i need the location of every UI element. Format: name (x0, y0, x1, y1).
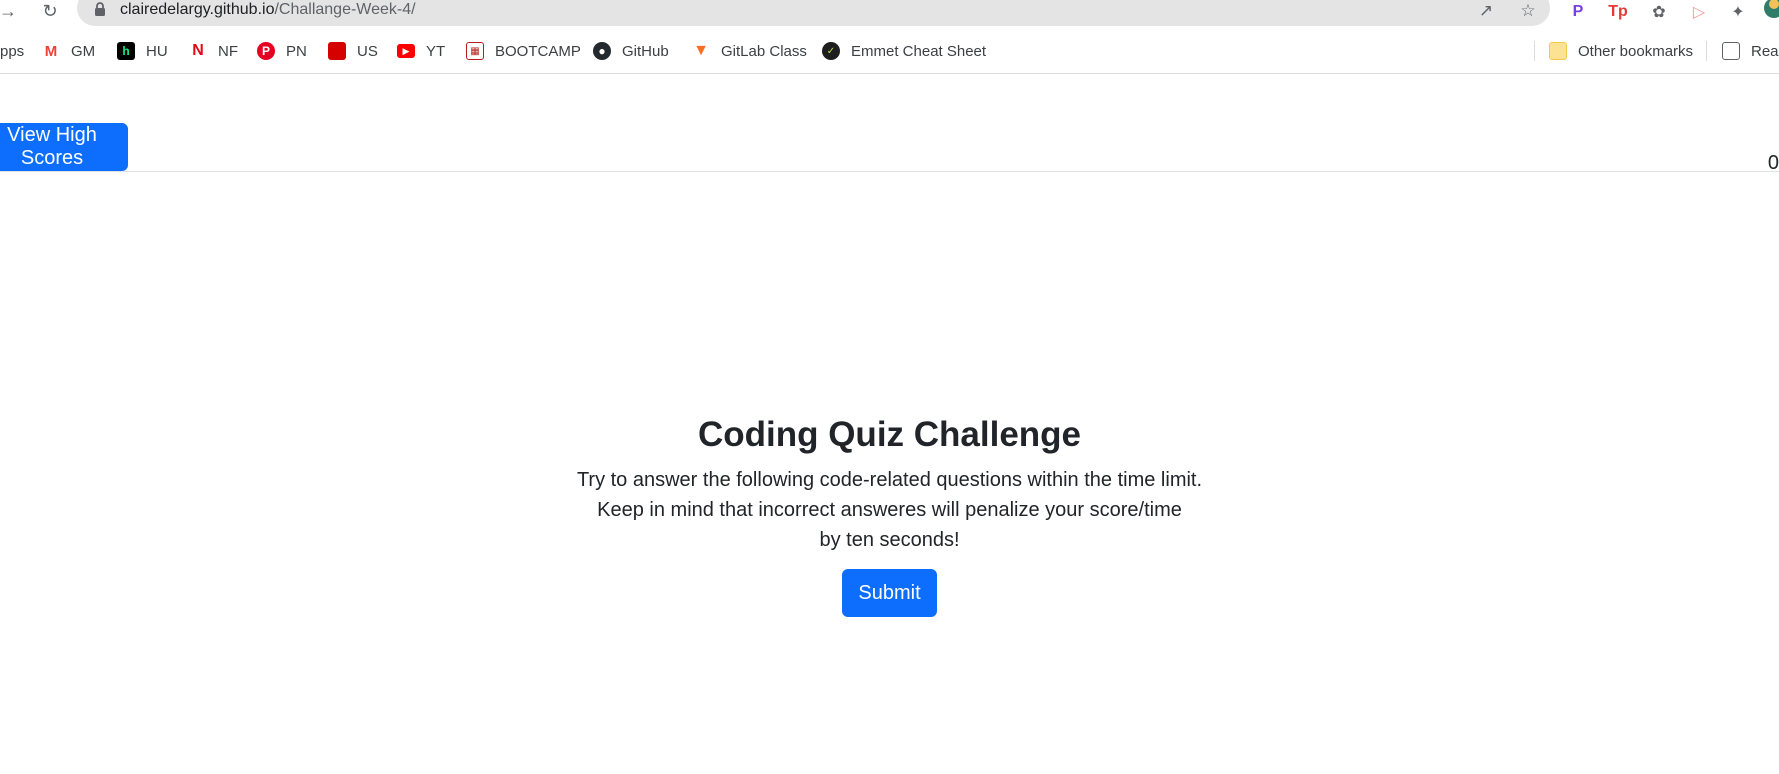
us-icon (328, 42, 346, 60)
view-high-scores-button[interactable]: View High Scores (0, 123, 128, 171)
gitlab-icon: ▼ (692, 42, 710, 60)
reading-list-icon (1722, 42, 1740, 60)
bookmark-emmet[interactable]: ✓ Emmet Cheat Sheet (822, 37, 986, 65)
bookmarks-bar: pps M GM h HU N NF P PN US ▶ YT ▦ BOOTCA… (0, 27, 1779, 74)
bookmark-label: Emmet Cheat Sheet (851, 42, 987, 60)
description-line: Keep in mind that incorrect answeres wil… (597, 499, 1182, 521)
url-path: /Challange-Week-4/ (274, 1, 416, 18)
page-header: View High Scores 0 (0, 74, 1779, 174)
bookmark-bootcamp[interactable]: ▦ BOOTCAMP (466, 37, 581, 65)
quiz-intro: Coding Quiz Challenge Try to answer the … (0, 405, 1779, 617)
bookmark-other[interactable]: Other bookmarks (1549, 37, 1693, 65)
folder-icon (1549, 42, 1567, 60)
bookmark-label: HU (146, 42, 168, 60)
extensions-puzzle-icon[interactable]: ✦ (1727, 0, 1749, 24)
description-line: Try to answer the following code-related… (576, 469, 1203, 491)
extension-feather-icon[interactable]: ✿ (1648, 0, 1670, 24)
extension-p-icon[interactable]: P (1567, 0, 1589, 24)
timer-value: 0 (1767, 152, 1779, 174)
lock-icon[interactable] (92, 1, 108, 17)
page-title: Coding Quiz Challenge (697, 415, 1082, 454)
reload-icon[interactable]: ↻ (38, 0, 62, 22)
bookmark-label: US (357, 42, 378, 60)
bookmark-label: PN (286, 42, 307, 60)
emmet-icon: ✓ (822, 42, 840, 60)
url-host: clairedelargy.github.io (120, 1, 275, 18)
submit-button[interactable]: Submit (842, 569, 937, 617)
bookmark-separator (1534, 41, 1535, 61)
url-text[interactable]: clairedelargy.github.io/Challange-Week-4… (120, 0, 416, 22)
reading-list[interactable]: Read (1722, 37, 1779, 65)
description-line: by ten seconds! (819, 529, 960, 551)
github-icon: ● (593, 42, 611, 60)
pinterest-icon: P (257, 42, 275, 60)
bookmark-label: GitLab Class (721, 42, 807, 60)
netflix-icon: N (189, 42, 207, 60)
gmail-icon: M (42, 42, 60, 60)
bootcamp-icon: ▦ (466, 42, 484, 60)
extension-tp-icon[interactable]: Tp (1607, 0, 1629, 24)
bookmark-label: pps (0, 42, 25, 60)
quiz-description: Try to answer the following code-related… (540, 465, 1240, 555)
bookmark-label: GitHub (622, 42, 669, 60)
profile-avatar[interactable] (1764, 0, 1779, 20)
youtube-icon: ▶ (397, 44, 415, 58)
bookmark-netflix[interactable]: N NF (189, 37, 238, 65)
bookmark-youtube[interactable]: ▶ YT (397, 37, 445, 65)
star-icon[interactable]: ☆ (1517, 0, 1539, 22)
reading-list-label: Read (1751, 42, 1779, 60)
forward-arrow-icon[interactable]: → (0, 0, 20, 22)
bookmark-github[interactable]: ● GitHub (593, 37, 669, 65)
browser-toolbar: → ↻ clairedelargy.github.io/Challange-We… (0, 0, 1779, 27)
bookmark-label: Other bookmarks (1578, 42, 1694, 60)
hulu-icon: h (117, 42, 135, 60)
bookmark-label: NF (218, 42, 238, 60)
bookmark-label: YT (426, 42, 446, 60)
bookmark-label: BOOTCAMP (495, 42, 581, 60)
bookmark-pinterest[interactable]: P PN (257, 37, 307, 65)
bookmark-apps[interactable]: pps (0, 37, 24, 65)
share-icon[interactable]: ↗ (1475, 0, 1497, 22)
bookmark-gitlab[interactable]: ▼ GitLab Class (692, 37, 807, 65)
bookmark-label: GM (71, 42, 96, 60)
bookmark-gmail[interactable]: M GM (42, 37, 95, 65)
bookmark-separator (1706, 41, 1707, 61)
bookmark-us[interactable]: US (328, 37, 378, 65)
bookmark-hulu[interactable]: h HU (117, 37, 168, 65)
extension-play-icon[interactable]: ▷ (1688, 0, 1710, 24)
